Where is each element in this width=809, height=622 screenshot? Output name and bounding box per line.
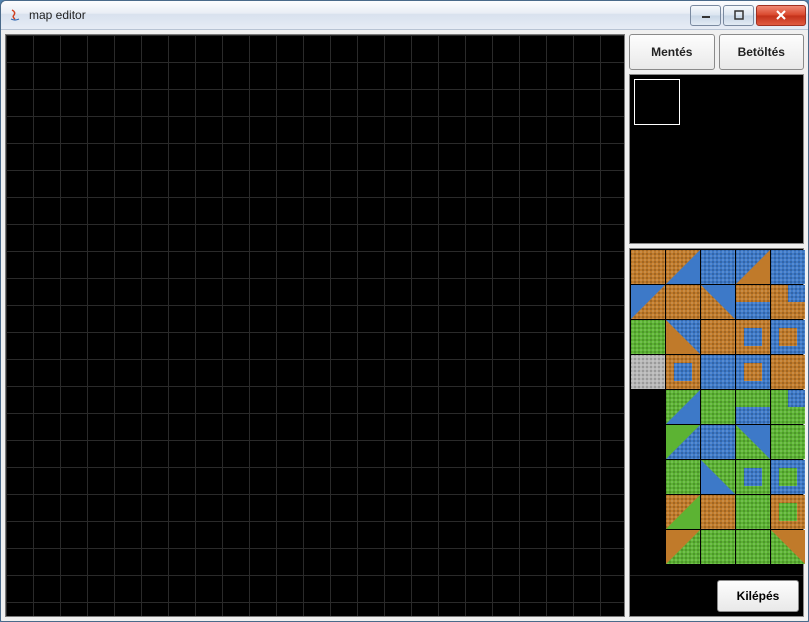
palette-tile[interactable] — [701, 390, 735, 424]
palette-tile[interactable] — [631, 355, 665, 389]
palette-tile[interactable] — [736, 425, 770, 459]
palette-tile[interactable] — [666, 390, 700, 424]
palette-tile[interactable] — [736, 460, 770, 494]
palette-tile[interactable] — [666, 460, 700, 494]
palette-tile[interactable] — [631, 250, 665, 284]
palette-tile[interactable] — [701, 425, 735, 459]
close-button[interactable] — [756, 5, 806, 26]
palette-tile[interactable] — [736, 390, 770, 424]
palette-tile[interactable] — [666, 425, 700, 459]
palette-tile[interactable] — [666, 355, 700, 389]
maximize-button[interactable] — [723, 5, 754, 26]
palette-tile[interactable] — [631, 460, 665, 494]
palette-tile[interactable] — [631, 495, 665, 529]
window-title: map editor — [29, 8, 690, 22]
client-area: Mentés Betöltés Kilépés — [1, 30, 808, 621]
palette-tile[interactable] — [736, 495, 770, 529]
palette-tile[interactable] — [666, 495, 700, 529]
palette-tile[interactable] — [736, 355, 770, 389]
palette-tile[interactable] — [701, 285, 735, 319]
save-button[interactable]: Mentés — [629, 34, 715, 70]
palette-tile[interactable] — [701, 355, 735, 389]
palette-tile[interactable] — [771, 355, 805, 389]
palette-tile[interactable] — [631, 530, 665, 564]
palette-tile[interactable] — [771, 250, 805, 284]
exit-row: Kilépés — [630, 575, 803, 616]
minimap-cursor — [634, 79, 680, 125]
palette-tile[interactable] — [701, 495, 735, 529]
palette-tile[interactable] — [701, 530, 735, 564]
java-icon — [7, 7, 23, 23]
palette-tile[interactable] — [771, 530, 805, 564]
palette-tile[interactable] — [631, 390, 665, 424]
palette-tile[interactable] — [666, 250, 700, 284]
palette-tile[interactable] — [771, 495, 805, 529]
palette-tile[interactable] — [666, 285, 700, 319]
palette-tile[interactable] — [771, 460, 805, 494]
palette-tile[interactable] — [666, 530, 700, 564]
exit-button[interactable]: Kilépés — [717, 580, 799, 612]
minimize-button[interactable] — [690, 5, 721, 26]
palette-tile[interactable] — [701, 460, 735, 494]
palette-grid — [630, 249, 803, 565]
palette-tile[interactable] — [771, 390, 805, 424]
palette-tile[interactable] — [771, 425, 805, 459]
window-controls — [690, 5, 806, 26]
palette-tile[interactable] — [771, 285, 805, 319]
palette-tile[interactable] — [736, 285, 770, 319]
palette-tile[interactable] — [631, 425, 665, 459]
palette-tile[interactable] — [771, 320, 805, 354]
palette-tile[interactable] — [736, 320, 770, 354]
minimap-panel[interactable] — [629, 74, 804, 244]
palette-tile[interactable] — [701, 320, 735, 354]
map-canvas[interactable] — [5, 34, 625, 617]
app-window: map editor Mentés Betöltés Kilépés — [0, 0, 809, 622]
side-panel: Mentés Betöltés Kilépés — [629, 34, 804, 617]
palette-tile[interactable] — [701, 250, 735, 284]
top-button-row: Mentés Betöltés — [629, 34, 804, 70]
grid-overlay — [6, 35, 624, 616]
titlebar[interactable]: map editor — [1, 1, 808, 30]
palette-tile[interactable] — [666, 320, 700, 354]
palette-tile[interactable] — [736, 250, 770, 284]
load-button[interactable]: Betöltés — [719, 34, 805, 70]
palette-tile[interactable] — [631, 320, 665, 354]
palette-tile[interactable] — [736, 530, 770, 564]
palette-tile[interactable] — [631, 285, 665, 319]
tile-palette: Kilépés — [629, 248, 804, 617]
